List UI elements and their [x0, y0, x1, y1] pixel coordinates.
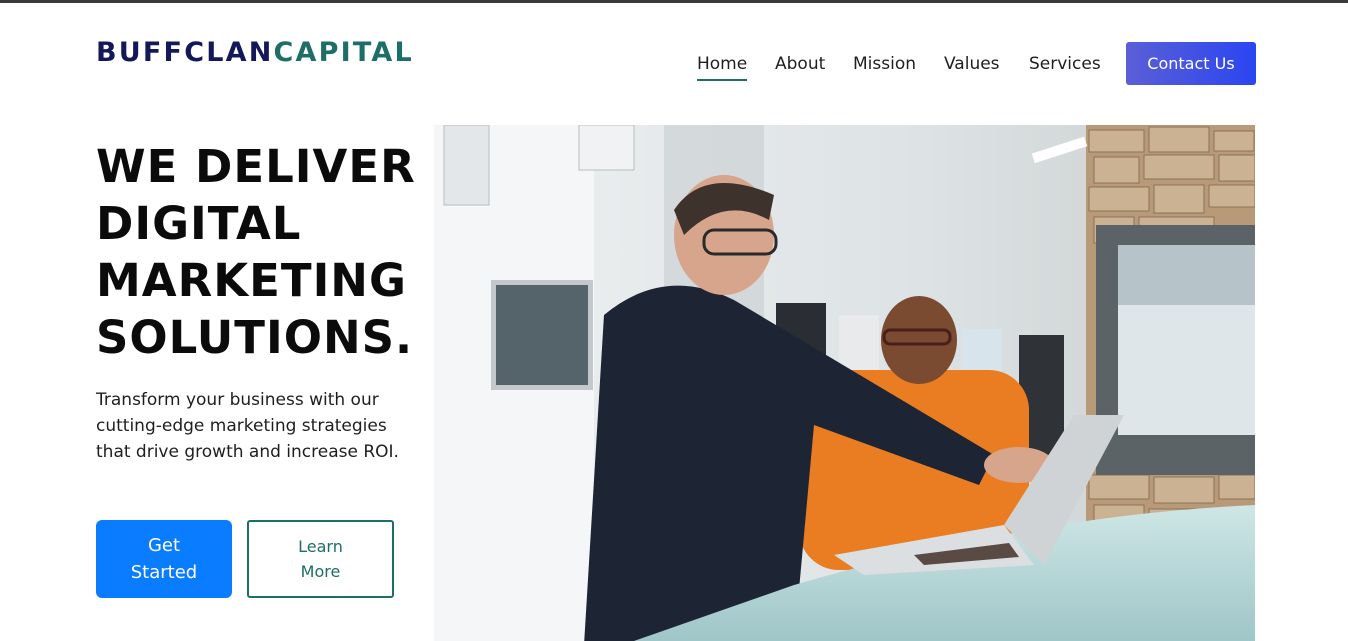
- office-meeting-photo: [434, 125, 1255, 641]
- brand-logo[interactable]: BUFFCLANCAPITAL: [96, 38, 414, 68]
- nav-link-values[interactable]: Values: [944, 54, 1000, 74]
- hero-image: [434, 125, 1255, 641]
- nav-link-home[interactable]: Home: [697, 54, 748, 81]
- top-border: [0, 0, 1348, 3]
- contact-us-button[interactable]: Contact Us: [1126, 42, 1256, 85]
- hero-title-line: DIGITAL: [96, 197, 302, 250]
- hero-title-line: WE DELIVER: [96, 140, 416, 193]
- nav-link-services[interactable]: Services: [1029, 54, 1101, 74]
- hero-title: WE DELIVER DIGITAL MARKETING SOLUTIONS.: [96, 138, 426, 366]
- hero-subtitle: Transform your business with our cutting…: [96, 390, 399, 462]
- hero-title-line: SOLUTIONS.: [96, 311, 414, 364]
- get-started-button[interactable]: Get Started: [96, 520, 232, 598]
- nav-link-about[interactable]: About: [775, 54, 825, 74]
- hero-title-line: MARKETING: [96, 254, 407, 307]
- learn-more-button[interactable]: Learn More: [247, 520, 394, 598]
- nav-link-mission[interactable]: Mission: [853, 54, 916, 74]
- brand-logo-part1: BUFFCLAN: [96, 37, 274, 68]
- brand-logo-part2: CAPITAL: [273, 37, 414, 68]
